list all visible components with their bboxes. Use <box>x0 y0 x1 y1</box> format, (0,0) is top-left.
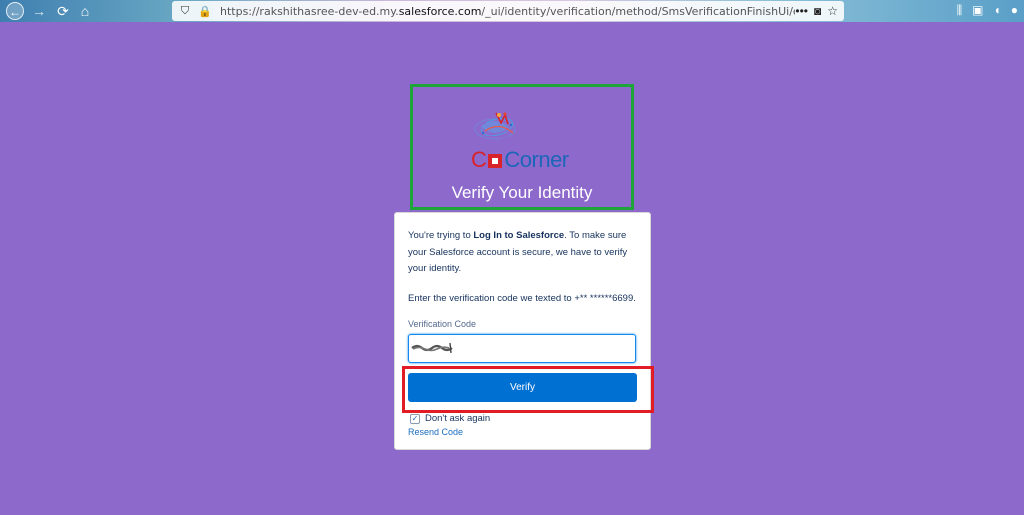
intro-message: You're trying to Log In to Salesforce. T… <box>408 228 640 278</box>
url-domain: salesforce.com <box>398 4 482 18</box>
logo-corner-word: Corner <box>504 147 569 172</box>
lock-icon[interactable]: 🔒 <box>198 5 212 18</box>
intro-pre: You're trying to <box>408 230 474 241</box>
url-text[interactable]: https://rakshithasree-dev-ed.my.salesfor… <box>220 5 795 18</box>
brand-logo-text: C Corner <box>471 147 569 173</box>
more-icon[interactable]: ••• <box>795 4 808 18</box>
resend-code-link[interactable]: Resend Code <box>408 427 463 437</box>
address-bar[interactable]: ⛉ 🔒 https://rakshithasree-dev-ed.my.sale… <box>172 1 844 21</box>
pocket-icon[interactable]: ◙ <box>814 4 821 18</box>
browser-toolbar: ← → ⟳ ⌂ ⛉ 🔒 https://rakshithasree-dev-ed… <box>0 0 1024 22</box>
verification-code-input[interactable] <box>408 334 636 363</box>
back-arrow-icon[interactable]: ← <box>6 2 24 20</box>
verify-highlight <box>402 366 654 413</box>
sidebar-icon[interactable]: ▣ <box>972 3 983 18</box>
url-actions: ••• ◙ ☆ <box>795 4 844 18</box>
logo-c-letter: C <box>471 147 487 172</box>
verification-code-label: Verification Code <box>408 319 477 329</box>
dont-ask-again-option[interactable]: ✓ Don't ask again <box>410 413 490 424</box>
logo-sharp-icon <box>488 154 503 168</box>
forward-arrow-icon[interactable]: → <box>30 2 48 20</box>
url-prefix: https://rakshithasree-dev-ed.my. <box>220 4 399 18</box>
url-suffix: /_ui/identity/verification/method/SmsVer… <box>481 4 795 18</box>
checkbox-checked-icon[interactable]: ✓ <box>410 413 420 424</box>
sent-message: Enter the verification code we texted to… <box>408 293 636 304</box>
page-title: Verify Your Identity <box>451 183 593 202</box>
shield-icon[interactable]: ⛉ <box>178 5 192 18</box>
extension-icon[interactable]: ◖ <box>994 3 1001 18</box>
brand-highlight: C Corner Verify Your Identity <box>410 84 634 210</box>
intro-bold: Log In to Salesforce <box>473 230 565 241</box>
home-icon[interactable]: ⌂ <box>76 2 94 20</box>
toolbar-right-icons: ⫼ ▣ ◖ ● <box>957 3 1018 18</box>
account-icon[interactable]: ● <box>1011 3 1018 18</box>
bookmark-star-icon[interactable]: ☆ <box>827 4 838 18</box>
csharp-corner-logo-icon <box>474 112 516 140</box>
verification-card: You're trying to Log In to Salesforce. T… <box>394 212 651 450</box>
reload-icon[interactable]: ⟳ <box>54 2 72 20</box>
library-icon[interactable]: ⫼ <box>957 3 963 18</box>
dont-ask-again-label: Don't ask again <box>425 413 491 424</box>
